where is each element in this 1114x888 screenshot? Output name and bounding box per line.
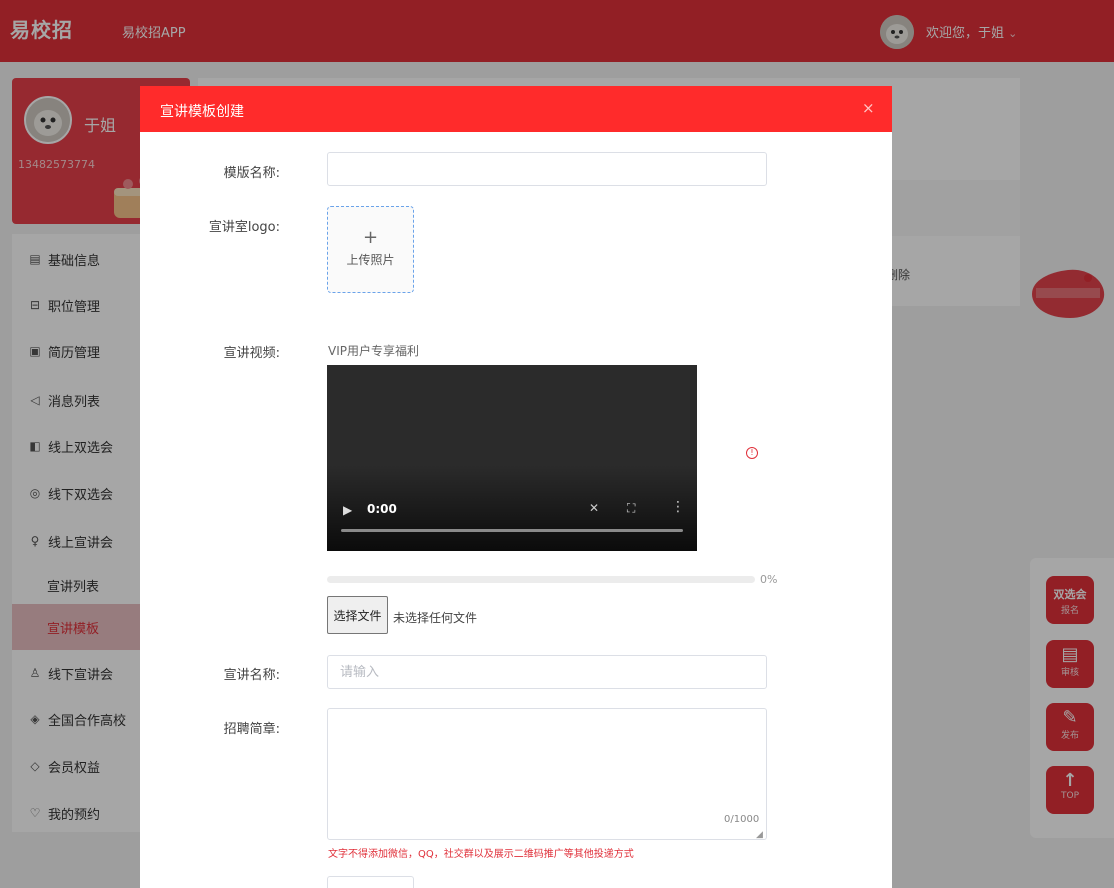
- template-name-input[interactable]: [327, 152, 767, 186]
- video-time: 0:00: [367, 502, 397, 516]
- upload-progress-bar: [327, 576, 755, 583]
- upload-photo-text: 上传照片: [346, 253, 395, 267]
- upload-progress-text: 0%: [760, 573, 778, 586]
- contact-warning-text: 文字不得添加微信，QQ，社交群以及展示二维码推广等其他投递方式: [328, 849, 634, 860]
- error-info-icon: !: [746, 447, 758, 459]
- resize-grip-icon[interactable]: ◢: [756, 830, 763, 840]
- brochure-textarea[interactable]: [327, 708, 767, 840]
- play-icon[interactable]: ▶: [343, 503, 352, 517]
- template-name-label: 模版名称:: [223, 166, 280, 181]
- next-upload-box[interactable]: [327, 876, 414, 888]
- no-file-selected-text: 未选择任何文件: [393, 611, 478, 625]
- dialog-header: 宣讲模板创建 ×: [140, 86, 892, 132]
- close-icon[interactable]: ×: [862, 99, 875, 117]
- choose-file-button[interactable]: 选择文件: [327, 596, 388, 634]
- fullscreen-icon[interactable]: ⛶: [627, 501, 635, 516]
- more-options-icon[interactable]: ⋮: [671, 499, 685, 515]
- logo-upload-box[interactable]: + 上传照片: [327, 206, 414, 293]
- brochure-label: 招聘简章:: [223, 722, 280, 737]
- dialog-title: 宣讲模板创建: [160, 104, 244, 120]
- mute-icon[interactable]: ✕: [589, 501, 599, 515]
- char-count: 0/1000: [724, 814, 760, 825]
- video-player[interactable]: ▶ 0:00 ✕ ⛶ ⋮: [327, 365, 697, 551]
- video-label: 宣讲视频:: [223, 346, 280, 361]
- lecture-template-dialog: 宣讲模板创建 × 模版名称: 宣讲室logo: + 上传照片 宣讲视频: VIP…: [140, 86, 892, 888]
- lecture-name-input[interactable]: [327, 655, 767, 689]
- logo-label: 宣讲室logo:: [208, 220, 280, 235]
- vip-note: VIP用户专享福利: [328, 344, 419, 358]
- lecture-name-label: 宣讲名称:: [223, 668, 280, 683]
- video-seek-bar[interactable]: [341, 529, 683, 532]
- plus-icon: +: [362, 227, 379, 248]
